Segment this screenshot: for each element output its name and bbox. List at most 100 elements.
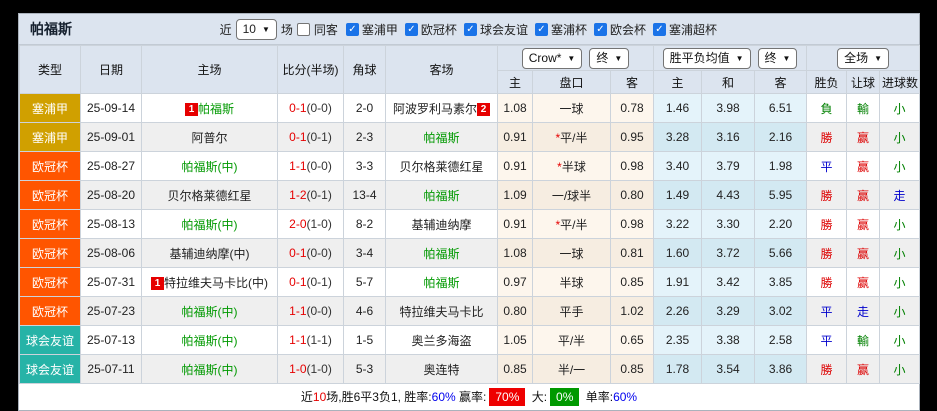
match-date-cell: 25-08-13 xyxy=(80,209,142,239)
league-type-cell: 塞浦甲 xyxy=(19,122,81,152)
league-filters: ✓ 塞浦甲 ✓ 欧冠杯 ✓ 球会友谊 ✓ 塞浦杯 ✓ 欧会杯 ✓ 塞浦超杯 xyxy=(345,21,721,38)
home-team-cell[interactable]: 1 特拉维夫马卡比(中) xyxy=(141,267,278,297)
summary-segment: 场,胜6平3负1, 胜率: xyxy=(326,390,432,404)
home-team-name: 帕福斯(中) xyxy=(181,159,238,174)
league-checkbox[interactable]: ✓ xyxy=(463,22,477,36)
away-team-cell[interactable]: 奥兰多海盗 xyxy=(385,325,498,355)
asian-handicap-cell: 一球 xyxy=(532,238,611,268)
corner-cell: 2-0 xyxy=(343,93,386,123)
home-team-cell[interactable]: 基辅迪纳摩(中) xyxy=(141,238,278,268)
corner-cell: 5-7 xyxy=(343,267,386,297)
away-team-name: 阿波罗利马素尔 xyxy=(392,101,477,116)
asian-handicap-cell: 半/一 xyxy=(532,354,611,384)
col-asian-away: 客 xyxy=(609,70,655,94)
match-date-cell: 25-07-23 xyxy=(80,296,142,326)
asian-handicap-cell: 平手 xyxy=(532,296,611,326)
euro-away-odds-cell: 3.02 xyxy=(754,296,808,326)
league-checkbox[interactable]: ✓ xyxy=(652,22,666,36)
result-wdl-cell: 勝 xyxy=(806,238,848,268)
score-cell: 1-1(0-0) xyxy=(277,151,344,181)
fulltime-score: 2-0 xyxy=(289,217,307,231)
fulltime-score: 1-2 xyxy=(289,188,307,202)
match-date-cell: 25-09-14 xyxy=(80,93,142,123)
fulltime-score: 1-1 xyxy=(289,333,307,347)
col-asian-home: 主 xyxy=(497,70,533,94)
euro-away-odds-cell: 5.66 xyxy=(754,238,808,268)
away-team-cell[interactable]: 帕福斯 xyxy=(385,267,498,297)
same-venue-checkbox[interactable]: ✓ xyxy=(296,22,310,36)
away-team-cell[interactable]: 阿波罗利马素尔 2 xyxy=(385,93,498,123)
home-team-cell[interactable]: 阿普尔 xyxy=(141,122,278,152)
match-row: 欧冠杯 25-08-13 帕福斯(中) 2-0(1-0) 8-2 基辅迪纳摩 0.91 *平/… xyxy=(19,209,921,239)
away-team-cell[interactable]: 帕福斯 xyxy=(385,122,498,152)
home-team-cell[interactable]: 贝尔格莱德红星 xyxy=(141,180,278,210)
league-checkbox[interactable]: ✓ xyxy=(593,22,607,36)
match-date-cell: 25-08-06 xyxy=(80,238,142,268)
asian-time-select[interactable]: 终 ▼ xyxy=(589,47,630,69)
result-goals-cell: 小 xyxy=(879,122,921,152)
euro-home-odds-cell: 3.22 xyxy=(653,209,703,239)
halftime-score: (0-1) xyxy=(306,275,332,289)
recent-count-select[interactable]: 10 ▼ xyxy=(235,18,277,40)
euro-draw-odds-cell: 3.29 xyxy=(701,296,756,326)
euro-away-odds-cell: 1.98 xyxy=(754,151,808,181)
result-goals-cell: 小 xyxy=(879,296,921,326)
away-team-cell[interactable]: 基辅迪纳摩 xyxy=(385,209,498,239)
away-team-cell[interactable]: 奥连特 xyxy=(385,354,498,384)
euro-home-odds-cell: 1.49 xyxy=(653,180,703,210)
result-handicap-cell: 赢 xyxy=(846,180,881,210)
summary-segment: 10 xyxy=(312,390,327,404)
col-away: 客场 xyxy=(385,45,498,94)
league-checkbox[interactable]: ✓ xyxy=(345,22,359,36)
asian-away-odds-cell: 0.98 xyxy=(609,209,655,239)
asian-away-odds-cell: 0.65 xyxy=(609,325,655,355)
away-team-cell[interactable]: 贝尔格莱德红星 xyxy=(385,151,498,181)
euro-type-select[interactable]: 胜平负均值 ▼ xyxy=(662,47,751,69)
away-team-cell[interactable]: 帕福斯 xyxy=(385,180,498,210)
result-goals-cell: 小 xyxy=(879,325,921,355)
score-cell: 1-1(0-0) xyxy=(277,296,344,326)
home-team-cell[interactable]: 帕福斯(中) xyxy=(141,325,278,355)
league-checkbox[interactable]: ✓ xyxy=(534,22,548,36)
summary-segment: 60% xyxy=(431,390,456,404)
home-team-name: 帕福斯 xyxy=(197,101,234,116)
col-corner: 角球 xyxy=(343,45,386,94)
asian-away-odds-cell: 0.85 xyxy=(609,354,655,384)
away-team-cell[interactable]: 特拉维夫马卡比 xyxy=(385,296,498,326)
euro-away-odds-cell: 2.20 xyxy=(754,209,808,239)
filter-controls: 近 10 ▼ 场 ✓ 同客 ✓塞浦甲✓欧冠杯✓球会友谊✓塞浦杯✓欧会杯✓塞浦超杯 xyxy=(220,18,721,40)
home-team-cell[interactable]: 帕福斯(中) xyxy=(141,354,278,384)
result-handicap-cell: 赢 xyxy=(846,354,881,384)
col-euro-home: 主 xyxy=(653,70,703,94)
home-team-cell[interactable]: 帕福斯(中) xyxy=(141,151,278,181)
scope-select[interactable]: 全场 ▼ xyxy=(837,47,890,69)
league-checkbox-label: 塞浦超杯 xyxy=(668,22,717,37)
result-handicap-cell: 輸 xyxy=(846,325,881,355)
score-cell: 0-1(0-0) xyxy=(277,93,344,123)
chevron-down-icon: ▼ xyxy=(874,53,883,63)
same-venue-label: 同客 xyxy=(313,22,338,37)
asian-company-select[interactable]: Crow* ▼ xyxy=(521,47,583,69)
league-type-cell: 塞浦甲 xyxy=(19,93,81,123)
away-team-name: 帕福斯 xyxy=(423,246,460,261)
euro-home-odds-cell: 1.46 xyxy=(653,93,703,123)
euro-away-odds-cell: 6.51 xyxy=(754,93,808,123)
asian-odds-group: Crow* ▼ 终 ▼ xyxy=(496,45,655,71)
chevron-down-icon: ▼ xyxy=(614,53,623,63)
asian-home-odds-cell: 1.09 xyxy=(497,180,533,210)
summary-segment: 60% xyxy=(613,390,638,404)
result-handicap-cell: 赢 xyxy=(846,209,881,239)
home-team-cell[interactable]: 帕福斯(中) xyxy=(141,296,278,326)
home-team-cell[interactable]: 1 帕福斯 xyxy=(141,93,278,123)
euro-draw-odds-cell: 3.98 xyxy=(701,93,756,123)
league-checkbox[interactable]: ✓ xyxy=(404,22,418,36)
summary-bar: 近10场,胜6平3负1, 胜率:60% 赢率: 70% 大: 0% 单率:60% xyxy=(19,384,919,410)
home-team-cell[interactable]: 帕福斯(中) xyxy=(141,209,278,239)
away-team-cell[interactable]: 帕福斯 xyxy=(385,238,498,268)
match-row: 球会友谊 25-07-11 帕福斯(中) 1-0(1-0) 5-3 奥连特 0.85 半/一 0… xyxy=(19,354,921,384)
euro-time-select[interactable]: 终 ▼ xyxy=(757,47,798,69)
result-wdl-cell: 平 xyxy=(806,296,848,326)
col-result-wdl: 胜负 xyxy=(806,70,848,94)
league-type-cell: 欧冠杯 xyxy=(19,296,81,326)
corner-cell: 13-4 xyxy=(343,180,386,210)
